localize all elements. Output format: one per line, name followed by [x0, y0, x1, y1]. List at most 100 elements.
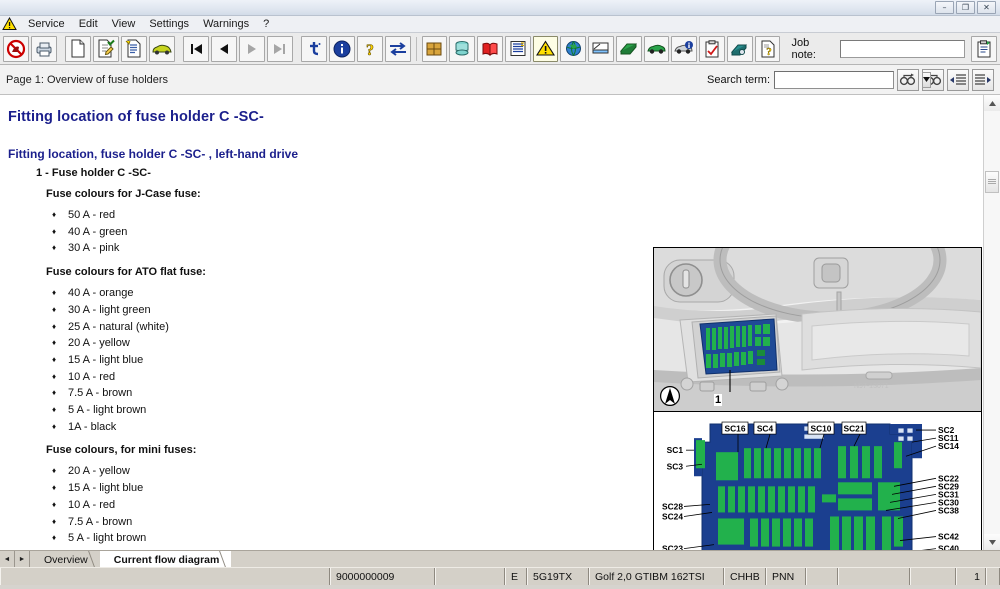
diagram-label: SC4 — [757, 424, 774, 434]
diagram-label: SC1 — [667, 445, 684, 455]
indent-icon[interactable] — [972, 69, 994, 91]
job-note-input[interactable] — [840, 40, 965, 58]
car-side-icon[interactable] — [644, 36, 670, 62]
next-page-icon[interactable] — [239, 36, 265, 62]
menu-item-settings[interactable]: Settings — [142, 17, 196, 31]
diagram-label: SC42 — [938, 532, 959, 542]
restore-button[interactable]: ❐ — [956, 1, 975, 14]
document-question-icon[interactable]: ? — [755, 36, 781, 62]
status-bar: 9000000009 E 5G19TX Golf 2,0 GTIBM 162TS… — [0, 567, 1000, 585]
vertical-scrollbar[interactable] — [983, 95, 1000, 550]
tab-scroll-next[interactable]: ► — [15, 551, 30, 567]
tab-strip: ◄ ► Overview Current flow diagram — [0, 550, 1000, 567]
document-section-title: Fitting location, fuse holder C -SC- , l… — [8, 147, 973, 161]
status-cell-market: E — [505, 568, 527, 585]
search-label: Search term: — [707, 74, 770, 86]
previous-page-icon[interactable] — [211, 36, 237, 62]
manual-book-icon[interactable] — [477, 36, 503, 62]
menu-item-help[interactable]: ? — [256, 17, 276, 31]
fuse-holder-layout-diagram[interactable]: SC1 SC3 SC28 SC24 SC23 SC32 SC37 SC43 SC… — [653, 412, 982, 550]
scroll-up-icon[interactable] — [984, 95, 1000, 111]
list-item: 50 A - red — [52, 207, 973, 224]
search-combo[interactable] — [774, 71, 894, 89]
menu-item-warnings[interactable]: Warnings — [196, 17, 256, 31]
diagram-label: SC40 — [938, 544, 959, 550]
printer-icon[interactable] — [31, 36, 57, 62]
document-list-icon[interactable] — [121, 36, 147, 62]
fuse-group-heading: Fuse colours for J-Case fuse: — [46, 188, 973, 200]
status-cell-gearbox-code: PNN — [766, 568, 806, 585]
swap-arrows-icon[interactable] — [385, 36, 411, 62]
list-lines-icon[interactable] — [505, 36, 531, 62]
last-page-icon[interactable] — [267, 36, 293, 62]
car-info-icon[interactable] — [671, 36, 697, 62]
toolbar-divider — [416, 37, 417, 61]
edit-document-icon[interactable] — [93, 36, 119, 62]
scrollbar-thumb[interactable] — [985, 171, 999, 193]
svg-text:N97-13071: N97-13071 — [854, 383, 889, 390]
help-question-icon[interactable]: ? — [357, 36, 383, 62]
close-button[interactable]: ✕ — [977, 1, 996, 14]
scrollbar-track[interactable] — [984, 111, 1000, 534]
document-title: Fitting location of fuse holder C -SC- — [8, 109, 973, 125]
status-cell — [838, 568, 910, 585]
warning-triangle-icon — [2, 17, 17, 31]
fuse-holder-fitting-location-photo[interactable]: N97-13071 — [653, 247, 982, 412]
figure-panel: N97-13071 — [653, 247, 982, 550]
first-page-icon[interactable] — [183, 36, 209, 62]
tab-scroll-prev[interactable]: ◄ — [0, 551, 15, 567]
document-body: Fitting location of fuse holder C -SC- F… — [0, 95, 1000, 550]
status-cell-page-number: 1 — [956, 568, 986, 585]
relay-carrier-icon[interactable] — [449, 36, 475, 62]
tab-label: Overview — [44, 554, 88, 566]
back-link-icon[interactable] — [301, 36, 327, 62]
monitor-icon[interactable] — [588, 36, 614, 62]
svg-text:?: ? — [766, 46, 772, 58]
chevron-down-icon[interactable] — [922, 72, 931, 88]
diagram-label: SC21 — [844, 424, 865, 434]
diagram-label: SC23 — [662, 544, 683, 550]
application-window: – ❐ ✕ Service Edit View Settings Warning… — [0, 0, 1000, 589]
warning-triangle-icon[interactable] — [533, 36, 559, 62]
diagram-label: SC16 — [725, 424, 746, 434]
diagram-label: SC14 — [938, 441, 959, 451]
diagram-label: SC3 — [667, 461, 684, 471]
tab-strip-filler — [231, 551, 1000, 567]
outdent-icon[interactable] — [947, 69, 969, 91]
menu-item-view[interactable]: View — [105, 17, 143, 31]
wiring-icon[interactable] — [727, 36, 753, 62]
status-cell-model: Golf 2,0 GTIBM 162TSI — [589, 568, 724, 585]
menu-item-edit[interactable]: Edit — [72, 17, 105, 31]
status-cell-model-code: 5G19TX — [527, 568, 589, 585]
green-book-icon[interactable] — [616, 36, 642, 62]
main-toolbar: ? — [0, 33, 1000, 65]
window-bottom-edge — [0, 585, 1000, 589]
status-cell-job-number: 9000000009 — [330, 568, 435, 585]
job-note-group: Job note: — [791, 37, 965, 61]
info-icon[interactable] — [329, 36, 355, 62]
globe-icon[interactable] — [560, 36, 586, 62]
search-input[interactable] — [775, 72, 922, 88]
window-controls: – ❐ ✕ — [935, 1, 998, 14]
status-cell — [435, 568, 505, 585]
vehicle-icon[interactable] — [149, 36, 175, 62]
no-entry-icon[interactable] — [3, 36, 29, 62]
north-arrow-icon — [660, 385, 680, 407]
status-cell — [806, 568, 838, 585]
scroll-down-icon[interactable] — [984, 534, 1000, 550]
status-cell — [0, 568, 330, 585]
clipboard-note-icon[interactable] — [971, 36, 997, 62]
page-title: Page 1: Overview of fuse holders — [6, 74, 168, 86]
tab-current-flow-diagram[interactable]: Current flow diagram — [100, 551, 232, 567]
status-cell — [986, 568, 1000, 585]
new-document-icon[interactable] — [65, 36, 91, 62]
minimize-button[interactable]: – — [935, 1, 954, 14]
list-item: 40 A - green — [52, 224, 973, 241]
connector-icon[interactable] — [422, 36, 448, 62]
tab-overview[interactable]: Overview — [30, 551, 100, 567]
figure-callout-number: 1 — [714, 394, 722, 406]
menu-item-service[interactable]: Service — [21, 17, 72, 31]
diagram-label: SC24 — [662, 511, 683, 521]
scrollbar-grip — [988, 179, 996, 185]
clipboard-check-icon[interactable] — [699, 36, 725, 62]
